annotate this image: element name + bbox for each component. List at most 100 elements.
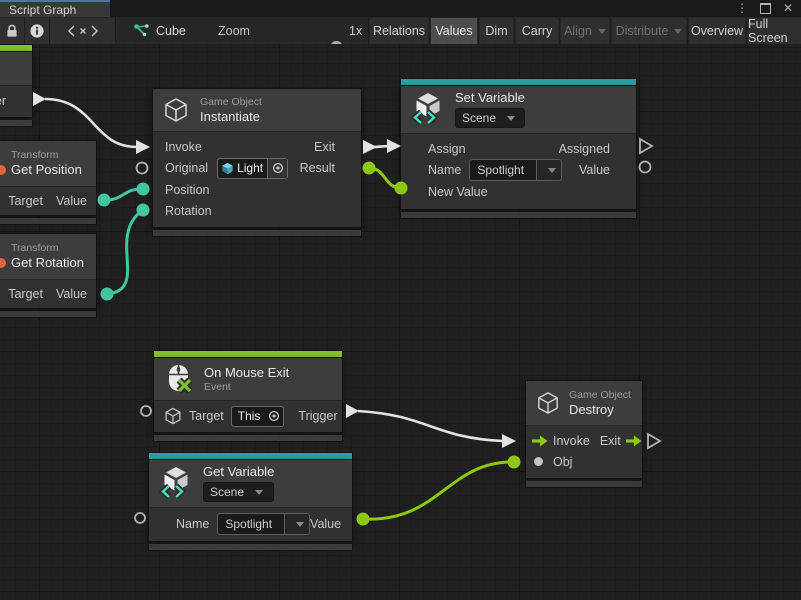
scene-variable-icon	[411, 91, 445, 127]
flow-arrow-icon	[626, 435, 642, 447]
transform-icon	[0, 165, 6, 175]
variable-kind-value: Scene	[210, 485, 244, 499]
variable-kind-dropdown[interactable]: Scene	[203, 482, 274, 502]
port-label-rotation: Rotation	[165, 204, 212, 218]
port-label-invoke: Invoke	[553, 434, 590, 448]
graph-breadcrumb[interactable]: Cube	[133, 17, 186, 44]
event-accent-bar	[0, 44, 33, 51]
port-label-trigger: Trigger	[0, 94, 6, 108]
lock-button[interactable]	[0, 18, 24, 44]
port-label-assigned: Assigned	[559, 142, 610, 156]
port-label-target: Target	[189, 409, 224, 423]
info-icon	[29, 23, 45, 39]
scene-variable-icon	[159, 465, 193, 501]
code-view-button[interactable]	[50, 18, 115, 44]
object-field-this[interactable]: This	[231, 406, 285, 427]
inspect-button[interactable]	[25, 18, 49, 44]
variable-name-value: Spotlight	[470, 163, 531, 177]
overview-button[interactable]: Overview	[689, 18, 745, 44]
node-get-position[interactable]: Transform Get Position Target Value	[0, 140, 97, 225]
port-label-value: Value	[310, 517, 341, 531]
port-label-original: Original	[165, 161, 208, 175]
game-object-cube-icon	[536, 391, 560, 415]
close-icon[interactable]: ✕	[783, 0, 793, 17]
variable-name-dropdown[interactable]: Spotlight	[469, 159, 562, 181]
chevron-down-icon	[548, 168, 556, 173]
kebab-menu-icon[interactable]: ⋮	[736, 0, 748, 17]
game-object-cube-icon	[163, 97, 189, 123]
value-dot-icon	[534, 457, 543, 466]
transform-icon	[0, 258, 6, 268]
node-category: Transform	[11, 242, 84, 254]
node-instantiate[interactable]: Game Object Instantiate Invoke Exit Orig…	[152, 88, 362, 237]
graph-toolbar: Cube Zoom 1x Relations Values Dim Carry …	[0, 17, 801, 45]
chevron-down-icon	[674, 29, 682, 34]
object-field-value: This	[232, 409, 265, 423]
variable-kind-dropdown[interactable]: Scene	[455, 108, 525, 128]
values-button[interactable]: Values	[431, 18, 477, 44]
port-label-exit: Exit	[600, 434, 621, 448]
mouse-exit-icon	[164, 363, 194, 394]
port-label-obj: Obj	[553, 455, 572, 469]
port-label-trigger: Trigger	[298, 409, 337, 423]
port-label-target: Target	[8, 287, 43, 301]
port-label-position: Position	[165, 183, 209, 197]
node-title: Instantiate	[200, 109, 262, 124]
node-title: Set Variable	[455, 90, 525, 105]
zoom-value: 1x	[349, 17, 362, 44]
variable-name-dropdown[interactable]: Spotlight	[217, 513, 310, 535]
node-category: Event	[204, 381, 289, 393]
zoom-label: Zoom	[218, 17, 250, 44]
chevron-down-icon	[507, 116, 515, 121]
tab-label: Script Graph	[9, 3, 76, 17]
window-controls: ⋮ ✕	[736, 0, 793, 17]
object-picker-icon[interactable]	[264, 407, 283, 426]
chevron-down-icon	[598, 29, 606, 34]
graph-name: Cube	[156, 24, 186, 38]
node-category: Game Object	[200, 96, 262, 108]
event-accent-bar	[153, 350, 343, 357]
title-bar: Script Graph ⋮ ✕	[0, 0, 801, 17]
graph-icon	[133, 23, 150, 38]
node-destroy[interactable]: Game Object Destroy Invoke Exit	[525, 380, 643, 488]
maximize-icon[interactable]	[760, 3, 771, 14]
align-dropdown[interactable]: Align	[561, 18, 609, 44]
node-get-rotation[interactable]: Transform Get Rotation Target Value	[0, 233, 97, 318]
angle-brackets-x-icon	[68, 24, 98, 38]
variable-accent-bar	[400, 78, 637, 85]
port-label-value: Value	[56, 194, 87, 208]
game-object-cube-icon	[164, 407, 182, 425]
object-picker-icon[interactable]	[267, 159, 287, 178]
node-on-mouse-exit[interactable]: On Mouse Exit Event Target This	[153, 350, 343, 442]
port-label-result: Result	[300, 161, 335, 175]
variable-name-value: Spotlight	[218, 517, 279, 531]
tab-script-graph[interactable]: Script Graph	[0, 0, 110, 17]
port-label-new-value: New Value	[428, 185, 488, 199]
script-graph-window: Script Graph ⋮ ✕	[0, 0, 801, 600]
distribute-dropdown[interactable]: Distribute	[612, 18, 686, 44]
port-label-invoke: Invoke	[165, 140, 202, 154]
gameobject-mini-cube-icon	[221, 162, 234, 175]
fullscreen-button[interactable]: Full Screen	[748, 18, 801, 44]
node-category: Game Object	[569, 389, 631, 401]
port-label-value: Value	[579, 163, 610, 177]
node-get-variable[interactable]: Get Variable Scene Name Spotlight Value	[148, 452, 353, 551]
node-title: Get Variable	[203, 464, 274, 479]
port-label-target: Target	[8, 194, 43, 208]
carry-button[interactable]: Carry	[516, 18, 558, 44]
node-title: Get Rotation	[11, 255, 84, 270]
node-set-variable[interactable]: Set Variable Scene Assign Assigned Name	[400, 78, 637, 219]
port-label-name: Name	[176, 517, 209, 531]
node-title: On Mouse Exit	[204, 365, 289, 380]
dim-button[interactable]: Dim	[480, 18, 513, 44]
object-field-light[interactable]: Light	[217, 158, 288, 179]
variable-kind-value: Scene	[462, 111, 496, 125]
node-title: Destroy	[569, 402, 631, 417]
object-field-value: Light	[234, 161, 267, 175]
distribute-label: Distribute	[616, 24, 669, 38]
relations-button[interactable]: Relations	[370, 18, 428, 44]
node-category: Transform	[11, 149, 82, 161]
node-title: Get Position	[11, 162, 82, 177]
chevron-down-icon	[255, 490, 263, 495]
node-event-partial[interactable]: Trigger	[0, 44, 33, 127]
